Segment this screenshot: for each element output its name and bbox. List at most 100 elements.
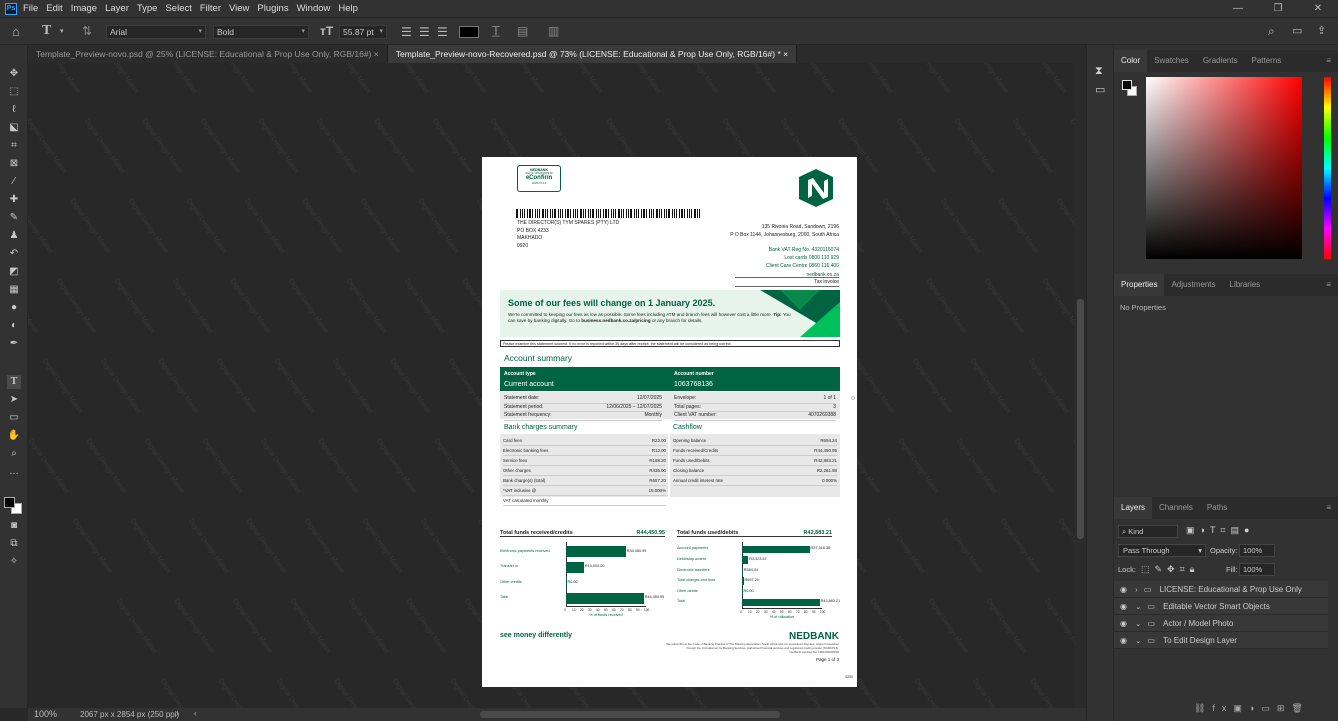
layer-kind-filter[interactable]: ⌕ Kind <box>1118 525 1178 538</box>
lock-icons[interactable]: ⬚✎✥⌗🔒︎ <box>1141 564 1199 575</box>
layer-row[interactable]: ◉ › ▭ LICENSE: Educational & Prop Use On… <box>1114 581 1328 598</box>
chevron-right-icon[interactable]: › <box>1135 587 1137 594</box>
tab-paths[interactable]: Paths <box>1200 497 1234 519</box>
chevron-down-icon[interactable]: ▾ <box>60 25 64 39</box>
eye-icon[interactable]: ◉ <box>1120 602 1127 611</box>
tab-document-1[interactable]: Template_Preview-novo.psd @ 25% (LICENSE… <box>28 45 388 63</box>
menu-filter[interactable]: Filter <box>200 3 221 14</box>
vertical-scrollbar[interactable] <box>1075 63 1086 708</box>
zoom-level[interactable]: 100% <box>34 709 57 719</box>
layer-row[interactable]: ◉ ⌄ ▭ To Edit Design Layer <box>1114 632 1328 649</box>
menu-layer[interactable]: Layer <box>105 3 129 14</box>
menu-type[interactable]: Type <box>137 3 158 14</box>
eraser-tool-icon[interactable]: ◩ <box>7 265 21 279</box>
opacity-field[interactable]: 100% <box>1239 544 1275 557</box>
warp-text-icon[interactable]: T̲ <box>492 24 500 38</box>
character-panel-icon[interactable]: ▤ <box>517 24 528 38</box>
brush-tool-icon[interactable]: ✎ <box>7 211 21 225</box>
tab-swatches[interactable]: Swatches <box>1147 50 1196 72</box>
panel-menu-icon[interactable]: ≡ <box>1319 50 1338 72</box>
eye-icon[interactable]: ◉ <box>1120 619 1127 628</box>
home-icon[interactable]: ⌂ <box>12 25 20 39</box>
zoom-tool-icon[interactable]: ⌕ <box>7 447 21 461</box>
object-select-tool-icon[interactable]: ⬕ <box>7 121 21 135</box>
hue-slider[interactable] <box>1324 77 1331 259</box>
screen-mode-icon[interactable]: ⧉ <box>7 537 21 551</box>
gradient-tool-icon[interactable]: ▦ <box>7 283 21 297</box>
move-tool-icon[interactable]: ✥ <box>7 67 21 81</box>
menu-select[interactable]: Select <box>165 3 191 14</box>
path-select-tool-icon[interactable]: ➤ <box>7 393 21 407</box>
pen-tool-icon[interactable]: ✒ <box>7 337 21 351</box>
tab-color[interactable]: Color <box>1114 50 1148 72</box>
menu-edit[interactable]: Edit <box>46 3 62 14</box>
text-color-swatch[interactable] <box>459 26 479 38</box>
color-picker-field[interactable] <box>1146 77 1302 259</box>
tab-layers[interactable]: Layers <box>1114 497 1153 519</box>
tab-libraries[interactable]: Libraries <box>1223 274 1268 296</box>
blur-tool-icon[interactable]: ● <box>7 301 21 315</box>
panel-menu-icon[interactable]: ≡ <box>1319 497 1338 519</box>
close-window-icon[interactable]: ✕ <box>1298 3 1338 14</box>
font-size-field[interactable]: 55.87 pt ▾ <box>339 25 387 39</box>
menu-plugins[interactable]: Plugins <box>257 3 288 14</box>
more-tools-icon[interactable]: … <box>7 465 21 479</box>
frame-tool-icon[interactable]: ⊠ <box>7 157 21 171</box>
fill-field[interactable]: 100% <box>1239 563 1275 576</box>
horizontal-scroll-thumb[interactable] <box>480 711 780 718</box>
foreground-color-swatch[interactable] <box>4 497 15 508</box>
toggle-orientation-icon[interactable]: ⇅ <box>82 24 92 38</box>
lasso-tool-icon[interactable]: ℓ <box>7 103 21 117</box>
bank-statement-document[interactable]: NEDBANK Reg No 1951/000009/06 eConfirm 2… <box>482 157 857 687</box>
tab-gradients[interactable]: Gradients <box>1196 50 1245 72</box>
layer-filter-icons[interactable]: ▣◑T⌗▤● <box>1186 525 1254 536</box>
align-left-icon[interactable]: ☰ <box>401 25 412 39</box>
menu-help[interactable]: Help <box>338 3 358 14</box>
font-style-select[interactable]: Bold ▾ <box>213 25 309 39</box>
chevron-right-icon[interactable]: › <box>176 709 179 718</box>
close-tab-icon[interactable]: × <box>374 49 379 59</box>
tab-channels[interactable]: Channels <box>1152 497 1200 519</box>
comments-panel-icon[interactable]: ▭ <box>1095 83 1105 96</box>
healing-brush-tool-icon[interactable]: ✚ <box>7 193 21 207</box>
generative-icon[interactable]: ✧ <box>7 555 21 569</box>
scroll-thumb[interactable] <box>1077 299 1084 539</box>
layer-row[interactable]: ◉ ⌄ ▭ Editable Vector Smart Objects <box>1114 598 1328 615</box>
text-cursor-handle[interactable] <box>851 396 855 400</box>
workspace-icon[interactable]: ▭ <box>1292 24 1302 38</box>
eye-icon[interactable]: ◉ <box>1120 636 1127 645</box>
quick-mask-icon[interactable]: ◙ <box>7 519 21 533</box>
search-icon[interactable]: ⌕ <box>1268 24 1275 38</box>
clone-stamp-tool-icon[interactable]: ♟ <box>7 229 21 243</box>
history-brush-tool-icon[interactable]: ↶ <box>7 247 21 261</box>
tab-properties[interactable]: Properties <box>1114 274 1165 296</box>
font-family-select[interactable]: Arial ▾ <box>106 25 206 39</box>
menu-view[interactable]: View <box>229 3 249 14</box>
tab-patterns[interactable]: Patterns <box>1245 50 1289 72</box>
eyedropper-tool-icon[interactable]: ⁄ <box>7 175 21 189</box>
layer-panel-actions[interactable]: ⛓fx▣◑▭⊞🗑︎ <box>1194 703 1310 714</box>
align-center-icon[interactable]: ☰ <box>419 25 430 39</box>
color-foreground-swatch[interactable] <box>1122 80 1132 90</box>
align-right-icon[interactable]: ☰ <box>437 25 448 39</box>
scroll-left-icon[interactable]: ‹ <box>194 709 197 718</box>
restore-icon[interactable]: ❐ <box>1258 3 1298 14</box>
layer-row[interactable]: ◉ ⌄ ▭ Actor / Model Photo <box>1114 615 1328 632</box>
menu-window[interactable]: Window <box>297 3 331 14</box>
blend-mode-select[interactable]: Pass Through ▾ <box>1118 544 1206 557</box>
hand-tool-icon[interactable]: ✋ <box>7 429 21 443</box>
tab-document-2[interactable]: Template_Preview-novo-Recovered.psd @ 73… <box>387 45 798 63</box>
rectangle-tool-icon[interactable]: ▭ <box>7 411 21 425</box>
menu-file[interactable]: File <box>23 3 38 14</box>
type-tool-icon[interactable]: T <box>7 375 21 389</box>
marquee-tool-icon[interactable]: ⬚ <box>7 85 21 99</box>
chevron-down-icon[interactable]: ⌄ <box>1135 621 1141 628</box>
share-icon[interactable]: ⇪ <box>1317 24 1326 38</box>
eye-icon[interactable]: ◉ <box>1120 585 1127 594</box>
history-panel-icon[interactable]: ⧗ <box>1095 65 1103 78</box>
panel-menu-icon[interactable]: ≡ <box>1319 274 1338 296</box>
chevron-down-icon[interactable]: ⌄ <box>1135 638 1141 645</box>
menu-image[interactable]: Image <box>71 3 97 14</box>
commit-icon[interactable]: ▥ <box>548 24 559 38</box>
crop-tool-icon[interactable]: ⌗ <box>7 139 21 153</box>
